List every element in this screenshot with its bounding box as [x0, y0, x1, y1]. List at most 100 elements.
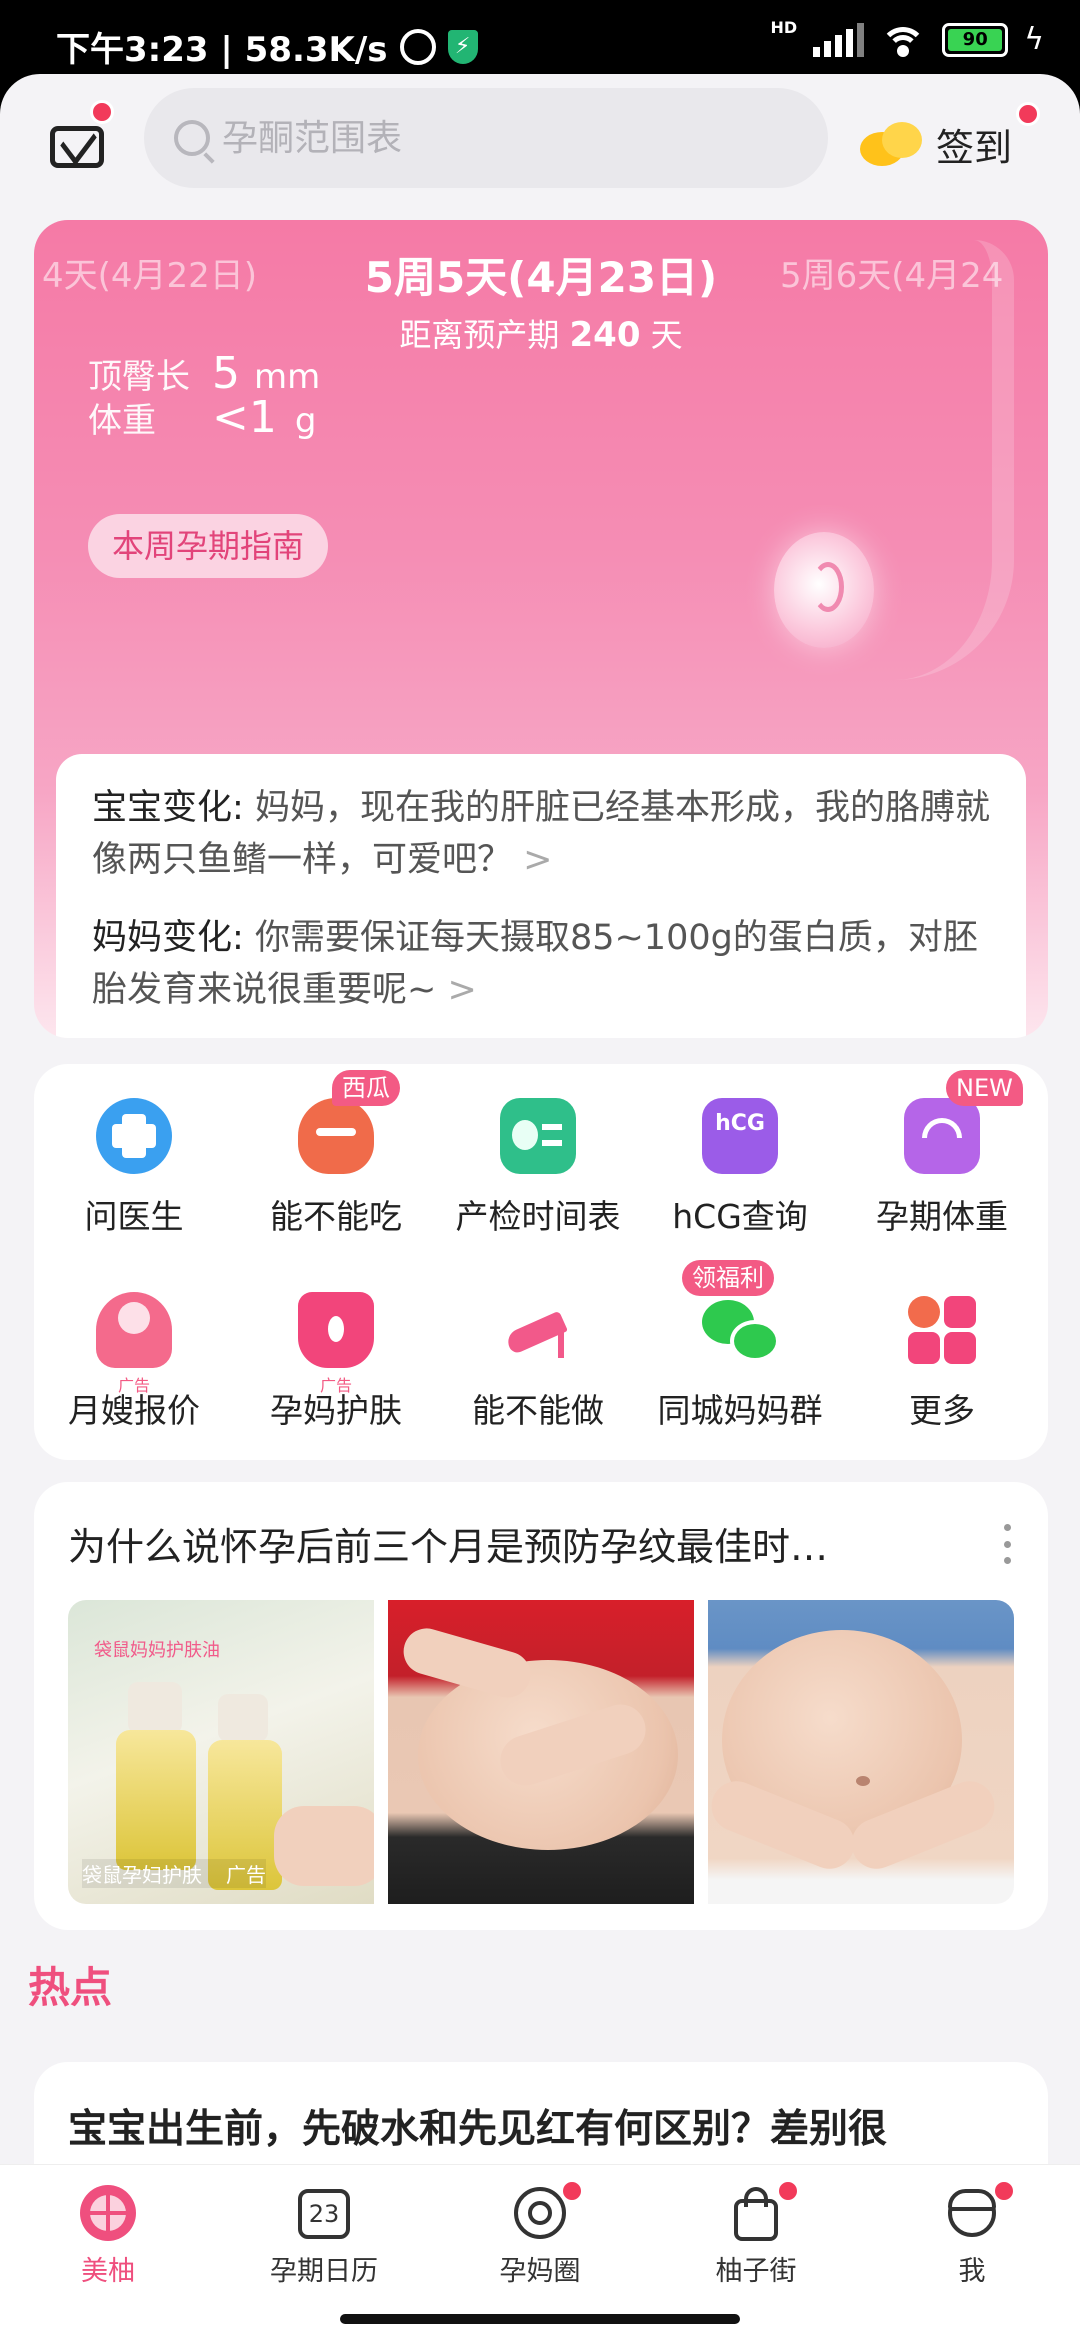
messages-button[interactable]	[46, 100, 114, 178]
tools-grid: 问医生 西瓜 能不能吃 产检时间表 hCG hCG查询 NEW 孕期体重 广告 …	[34, 1064, 1048, 1460]
weight-label: 体重	[88, 401, 156, 441]
weight-metric: 体重 <1 g	[88, 392, 316, 443]
network-type: HD	[770, 18, 798, 37]
tab-badge	[992, 2179, 1016, 2203]
tool-tag: NEW	[946, 1070, 1023, 1106]
bottle-cap	[218, 1694, 268, 1742]
weekly-guide-button[interactable]: 本周孕期指南	[88, 514, 329, 578]
status-right: HD 90 ϟ	[771, 18, 1044, 57]
thumbnail-belly-hands[interactable]	[388, 1600, 694, 1904]
tool-pregnancy-weight[interactable]: NEW 孕期体重	[842, 1070, 1042, 1236]
hcg-chart-icon: hCG	[702, 1098, 778, 1174]
bottle-cap	[128, 1682, 182, 1734]
mom-change[interactable]: 妈妈变化: 你需要保证每天摄取85~100g的蛋白质，对胚胎发育来说很重要呢~ …	[92, 912, 990, 1016]
checkin-label: 签到	[936, 125, 1013, 170]
weight-unit: g	[294, 401, 317, 441]
tool-can-do[interactable]: 能不能做	[438, 1270, 638, 1430]
calendar-day: 23	[298, 2189, 350, 2239]
tool-more[interactable]: 更多	[842, 1270, 1042, 1430]
tool-label: 孕妈护肤	[270, 1391, 402, 1430]
shield-icon: ⚡	[447, 29, 478, 64]
mom-change-key: 妈妈变化:	[92, 918, 244, 958]
wechat-group-icon	[702, 1292, 780, 1368]
checkin-button[interactable]: 签到	[860, 102, 1040, 184]
hand-image	[274, 1806, 374, 1886]
hot-section-heading: 热点	[28, 1963, 113, 2012]
search-input[interactable]	[222, 117, 782, 159]
pregnancy-week-card[interactable]: 4天(4月22日) 5周5天(4月23日) 5周6天(4月24 距离预产期 24…	[34, 220, 1048, 1038]
tool-label: hCG查询	[672, 1197, 808, 1236]
tool-local-mom-group[interactable]: 领福利 同城妈妈群	[640, 1260, 840, 1430]
weight-value: <1	[212, 392, 277, 443]
due-suffix: 天	[650, 316, 683, 354]
skincare-icon	[298, 1292, 374, 1368]
status-time-speed: 下午3:23 | 58.3K/s	[56, 30, 388, 70]
tool-label: 能不能做	[472, 1391, 604, 1430]
search-bar[interactable]	[144, 88, 828, 188]
tab-label: 孕期日历	[270, 2256, 378, 2287]
tab-me[interactable]: 我	[864, 2165, 1080, 2287]
article-thumbnails: 袋鼠妈妈护肤油 袋鼠孕妇护肤 广告	[68, 1600, 1014, 1904]
tool-mom-skincare[interactable]: 广告 孕妈护肤	[236, 1270, 436, 1430]
thumbnail-pregnant-belly[interactable]	[708, 1600, 1014, 1904]
doctor-chat-icon	[96, 1098, 172, 1174]
tab-label: 美柚	[81, 2256, 135, 2287]
hot-article-title[interactable]: 宝宝出生前，先破水和先见红有何区别？差别很	[68, 2098, 1028, 2154]
checkin-badge	[1016, 102, 1040, 126]
messages-badge	[90, 100, 114, 124]
changes-panel: 宝宝变化: 妈妈，现在我的肝脏已经基本形成，我的胳膊就像两只鱼鳍一样，可爱吧？ …	[56, 754, 1026, 1038]
crl-label: 顶臀长	[88, 357, 190, 397]
search-icon	[174, 120, 210, 156]
article-title[interactable]: 为什么说怀孕后前三个月是预防孕纹最佳时…	[68, 1516, 968, 1571]
crl-unit: mm	[254, 357, 321, 397]
coin-icon	[860, 122, 922, 166]
tab-label: 孕妈圈	[499, 2256, 581, 2287]
tool-can-eat[interactable]: 西瓜 能不能吃	[236, 1070, 436, 1236]
tab-meiyou[interactable]: 美柚	[0, 2165, 216, 2287]
tab-label: 我	[958, 2256, 986, 2287]
tab-youzi-street[interactable]: 柚子街	[648, 2165, 864, 2287]
week-selector[interactable]: 4天(4月22日) 5周5天(4月23日) 5周6天(4月24	[34, 244, 1048, 304]
battery-icon: 90	[942, 22, 1009, 57]
meiyou-home-icon	[78, 2183, 138, 2243]
mail-icon	[50, 126, 104, 168]
thumbnail-oil-bottles[interactable]: 袋鼠妈妈护肤油 袋鼠孕妇护肤 广告	[68, 1600, 374, 1904]
tab-pregnancy-calendar[interactable]: 23 孕期日历	[216, 2165, 432, 2287]
baby-change[interactable]: 宝宝变化: 妈妈，现在我的肝脏已经基本形成，我的胳膊就像两只鱼鳍一样，可爱吧？ …	[92, 782, 990, 886]
baby-change-key: 宝宝变化:	[92, 788, 244, 828]
tab-mom-circle[interactable]: 孕妈圈	[432, 2165, 648, 2287]
due-prefix: 距离预产期	[399, 316, 560, 354]
signal-icon	[813, 22, 865, 57]
battery-level: 90	[948, 28, 1003, 51]
tool-hcg-query[interactable]: hCG hCG查询	[640, 1076, 840, 1236]
chevron-right-icon: >	[523, 840, 553, 880]
app-screen: 签到 4天(4月22日) 5周5天(4月23日) 5周6天(4月24 距离预产期…	[0, 74, 1080, 2340]
tool-ask-doctor[interactable]: 问医生	[34, 1076, 234, 1236]
embryo-image	[774, 532, 874, 648]
tab-label: 柚子街	[715, 2256, 797, 2287]
tool-label: 问医生	[84, 1197, 184, 1236]
tool-nanny-quote[interactable]: 广告 月嫂报价	[34, 1270, 234, 1430]
tool-label: 月嫂报价	[68, 1391, 200, 1430]
tool-checkup-schedule[interactable]: 产检时间表	[438, 1076, 638, 1236]
more-options-icon[interactable]	[1004, 1524, 1012, 1564]
nanny-icon	[96, 1292, 172, 1368]
oil-bottle	[116, 1730, 196, 1870]
thumb-brand: 袋鼠孕妇护肤	[82, 1863, 202, 1887]
tool-label: 产检时间表	[455, 1197, 621, 1236]
thumb-caption: 袋鼠孕妇护肤 广告	[82, 1859, 266, 1888]
crab-icon	[298, 1098, 374, 1174]
week-next[interactable]: 5周6天(4月24	[780, 248, 1048, 297]
top-bar: 签到	[0, 74, 1080, 214]
due-days: 240	[569, 315, 641, 355]
alarm-icon	[399, 28, 436, 65]
chevron-right-icon: >	[447, 970, 477, 1010]
ad-label: 广告	[226, 1863, 266, 1887]
scale-icon	[904, 1098, 980, 1174]
article-card[interactable]: 为什么说怀孕后前三个月是预防孕纹最佳时… 袋鼠妈妈护肤油 袋鼠孕妇护肤 广告	[34, 1482, 1048, 1930]
home-indicator[interactable]	[340, 2314, 740, 2324]
tool-label: 能不能吃	[270, 1197, 402, 1236]
tool-tag: 领福利	[682, 1260, 774, 1296]
status-left: 下午3:23 | 58.3K/s ⚡	[56, 22, 478, 71]
tool-tag: 西瓜	[332, 1070, 400, 1106]
